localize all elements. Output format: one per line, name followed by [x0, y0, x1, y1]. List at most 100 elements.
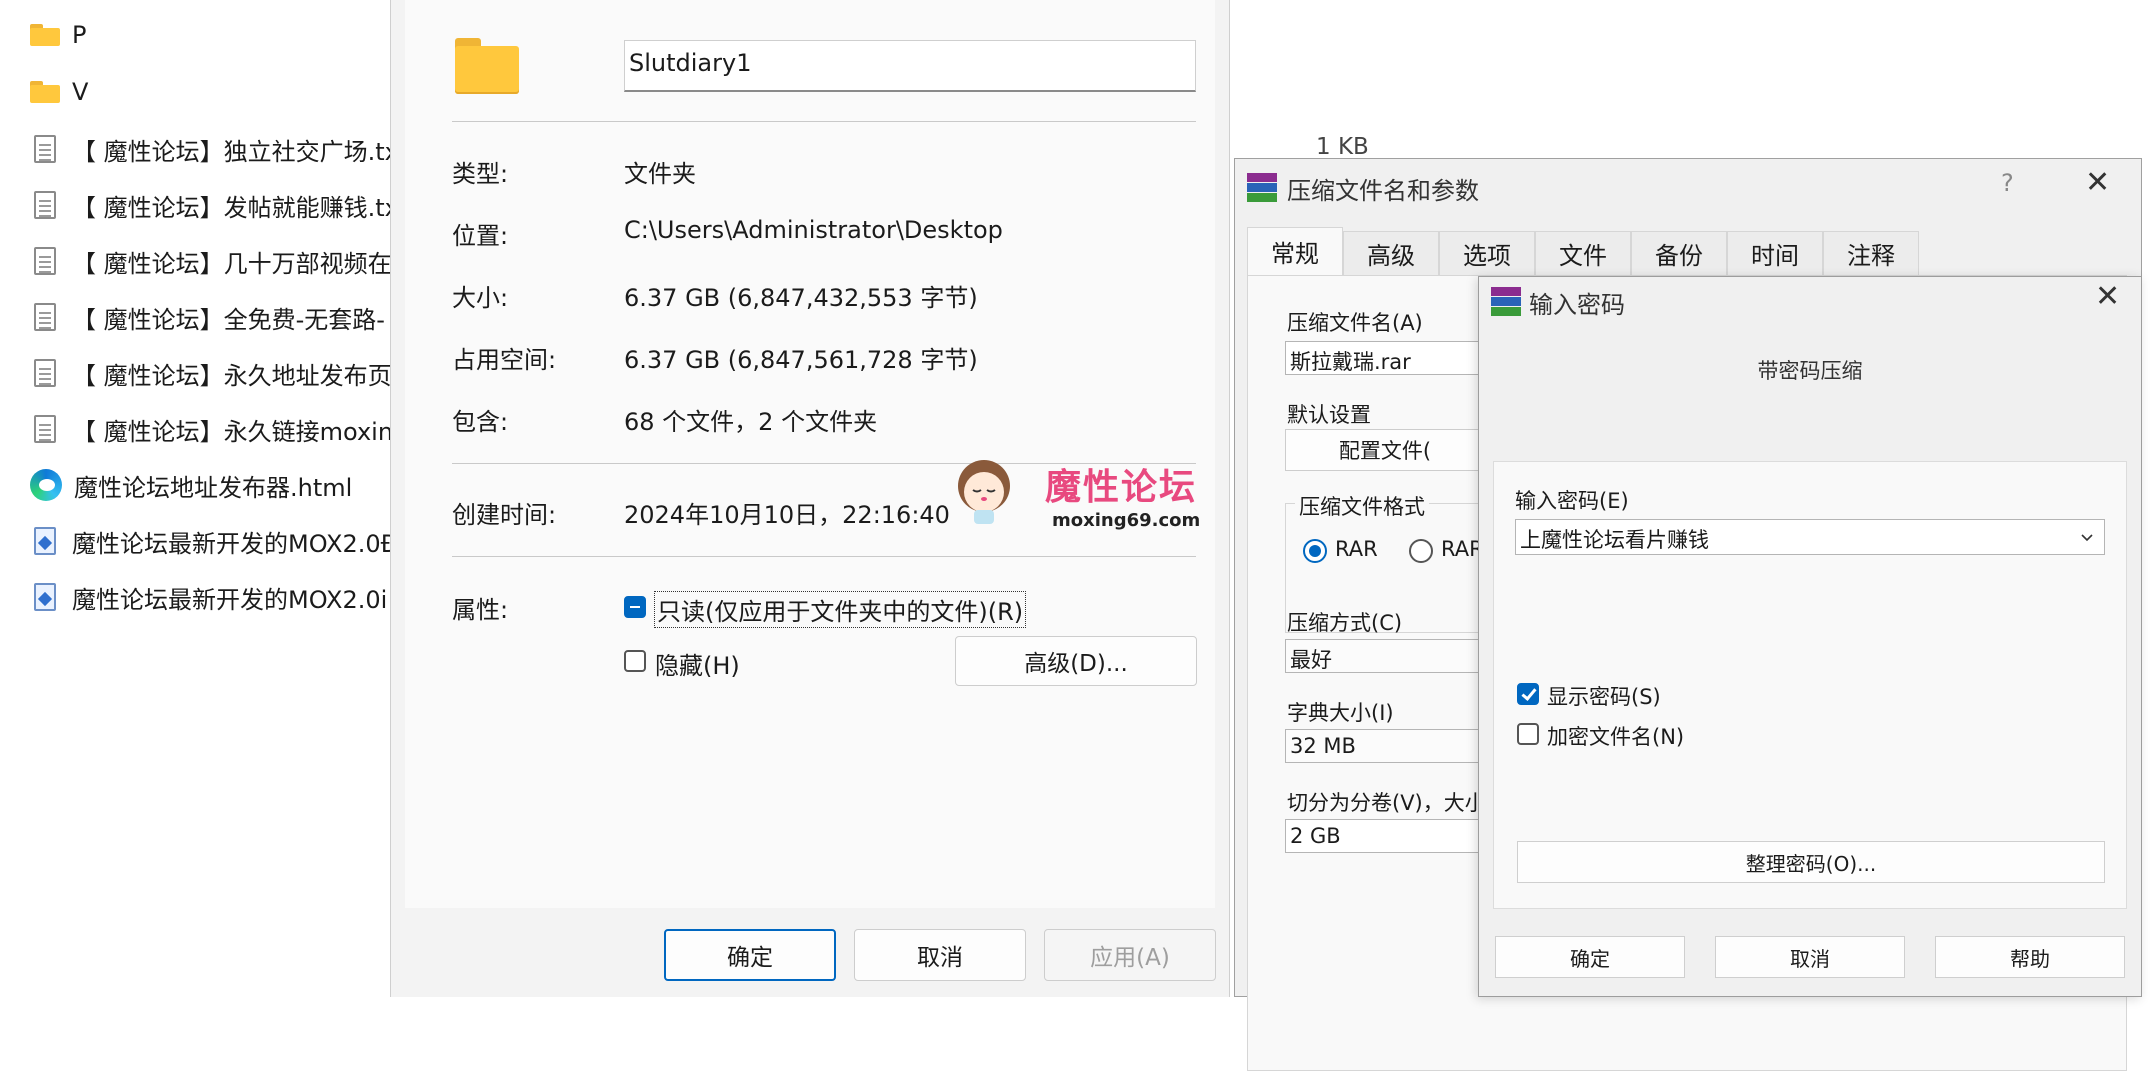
folder-name-input[interactable]: Slutdiary1: [624, 40, 1196, 92]
separator: [452, 556, 1196, 557]
separator: [452, 121, 1196, 122]
split-volumes-field[interactable]: 2 GB: [1285, 819, 1485, 853]
folder-icon: [30, 81, 60, 103]
watermark-text: 魔性论坛: [1045, 467, 1198, 508]
readonly-checkbox[interactable]: [624, 596, 646, 618]
list-item[interactable]: 【 魔性论坛】独立社交广场.tx: [30, 124, 399, 174]
file-name: 【 魔性论坛】发帖就能赚钱.tx: [72, 193, 399, 222]
list-item[interactable]: V: [30, 67, 88, 117]
apply-button[interactable]: 应用(A): [1044, 929, 1216, 981]
ok-button[interactable]: 确定: [1495, 936, 1685, 978]
password-dialog: 输入密码 ✕ 带密码压缩 输入密码(E) 上魔性论坛看片赚钱 显示密码(S) 加…: [1478, 276, 2142, 997]
text-file-icon: [34, 135, 56, 163]
hidden-checkbox[interactable]: [624, 650, 646, 672]
list-item[interactable]: 【 魔性论坛】永久地址发布页: [30, 348, 392, 398]
format-label: 压缩文件格式: [1295, 491, 1429, 521]
type-value: 文件夹: [624, 160, 696, 188]
file-name: 【 魔性论坛】永久链接moxin: [72, 417, 394, 446]
location-label: 位置:: [452, 222, 509, 250]
list-item[interactable]: 魔性论坛最新开发的MOX2.0i: [30, 572, 387, 622]
tab-comment[interactable]: 注释: [1823, 231, 1919, 275]
image-file-icon: [34, 583, 56, 611]
title-bar[interactable]: [1479, 277, 2141, 337]
file-name: 【 魔性论坛】几十万部视频在: [72, 249, 392, 278]
dialog-title: 压缩文件名和参数: [1287, 177, 1479, 205]
size-label: 大小:: [452, 284, 509, 312]
text-file-icon: [34, 247, 56, 275]
winrar-icon: [1247, 173, 1277, 203]
close-icon[interactable]: ✕: [2085, 165, 2110, 200]
hidden-label[interactable]: 隐藏(H): [655, 646, 740, 681]
cancel-button[interactable]: 取消: [1715, 936, 1905, 978]
file-name: P: [72, 21, 87, 49]
archive-name-label: 压缩文件名(A): [1287, 311, 1423, 335]
image-file-icon: [34, 527, 56, 555]
file-size: 1 KB: [1316, 134, 1369, 160]
help-button[interactable]: 帮助: [1935, 936, 2125, 978]
tab-backup[interactable]: 备份: [1631, 231, 1727, 275]
encrypt-filenames-label[interactable]: 加密文件名(N): [1547, 721, 1684, 751]
created-value: 2024年10月10日，22:16:40: [624, 501, 950, 529]
ok-button[interactable]: 确定: [664, 929, 836, 981]
organize-passwords-button[interactable]: 整理密码(O)...: [1517, 841, 2105, 883]
location-value: C:\Users\Administrator\Desktop: [624, 216, 1003, 244]
profiles-button[interactable]: 配置文件(: [1285, 429, 1485, 471]
rar5-format-radio[interactable]: [1409, 539, 1433, 563]
folder-icon: [455, 38, 519, 94]
text-file-icon: [34, 303, 56, 331]
advanced-button[interactable]: 高级(D)...: [955, 636, 1197, 686]
file-name: 【 魔性论坛】独立社交广场.tx: [72, 137, 399, 166]
password-label: 输入密码(E): [1515, 489, 1629, 513]
file-name: 魔性论坛最新开发的MOX2.0Ð: [72, 529, 400, 558]
watermark-url: moxing69.com: [1052, 510, 1201, 531]
contains-value: 68 个文件，2 个文件夹: [624, 408, 878, 436]
text-file-icon: [34, 415, 56, 443]
folder-icon: [30, 24, 60, 46]
encrypt-filenames-checkbox[interactable]: [1517, 723, 1539, 745]
list-item[interactable]: 【 魔性论坛】几十万部视频在: [30, 236, 392, 286]
list-item[interactable]: P: [30, 10, 86, 60]
help-icon[interactable]: ?: [2001, 169, 2014, 197]
dictionary-label: 字典大小(I): [1287, 701, 1394, 725]
show-password-label[interactable]: 显示密码(S): [1547, 681, 1661, 711]
readonly-label[interactable]: 只读(仅应用于文件夹中的文件)(R): [653, 591, 1027, 628]
file-name: 魔性论坛地址发布器.html: [74, 473, 353, 502]
tab-advanced[interactable]: 高级: [1343, 231, 1439, 275]
archive-name-field[interactable]: 斯拉戴瑞.rar: [1285, 341, 1485, 375]
created-label: 创建时间:: [452, 501, 557, 529]
dialog-subtitle: 带密码压缩: [1757, 359, 1863, 383]
password-input[interactable]: 上魔性论坛看片赚钱: [1515, 519, 2105, 555]
list-item[interactable]: 魔性论坛地址发布器.html: [30, 460, 352, 510]
properties-dialog: Slutdiary1 类型: 文件夹 位置: C:\Users\Administ…: [390, 0, 1230, 997]
disk-size-label: 占用空间:: [452, 346, 557, 374]
tab-options[interactable]: 选项: [1439, 231, 1535, 275]
tab-general[interactable]: 常规: [1247, 227, 1343, 275]
mascot-icon: [958, 460, 1010, 524]
file-name: V: [72, 78, 89, 106]
file-name: 魔性论坛最新开发的MOX2.0i: [72, 585, 388, 614]
attributes-label: 属性:: [452, 596, 509, 624]
tab-time[interactable]: 时间: [1727, 231, 1823, 275]
list-item[interactable]: 【 魔性论坛】全免费-无套路-: [30, 292, 385, 342]
text-file-icon: [34, 191, 56, 219]
file-name: 【 魔性论坛】全免费-无套路-: [72, 305, 385, 334]
edge-icon: [30, 469, 62, 501]
type-label: 类型:: [452, 160, 509, 188]
general-tab-panel: Slutdiary1 类型: 文件夹 位置: C:\Users\Administ…: [405, 0, 1215, 908]
list-item[interactable]: 【 魔性论坛】发帖就能赚钱.tx: [30, 180, 399, 230]
chevron-down-icon[interactable]: [2079, 529, 2095, 545]
list-item[interactable]: 魔性论坛最新开发的MOX2.0Ð: [30, 516, 399, 566]
method-select[interactable]: 最好: [1285, 639, 1485, 673]
file-name: 【 魔性论坛】永久地址发布页: [72, 361, 392, 390]
rar-format-label: RAR: [1335, 537, 1378, 561]
show-password-checkbox[interactable]: [1517, 683, 1539, 705]
method-label: 压缩方式(C): [1287, 611, 1403, 635]
cancel-button[interactable]: 取消: [854, 929, 1026, 981]
list-item[interactable]: 【 魔性论坛】永久链接moxin: [30, 404, 393, 454]
rar-format-radio[interactable]: [1303, 539, 1327, 563]
dictionary-select[interactable]: 32 MB: [1285, 729, 1485, 763]
split-volumes-label: 切分为分卷(V)，大小: [1287, 791, 1486, 815]
tab-files[interactable]: 文件: [1535, 231, 1631, 275]
size-value: 6.37 GB (6,847,432,553 字节): [624, 284, 978, 312]
default-settings-label: 默认设置: [1287, 403, 1371, 427]
